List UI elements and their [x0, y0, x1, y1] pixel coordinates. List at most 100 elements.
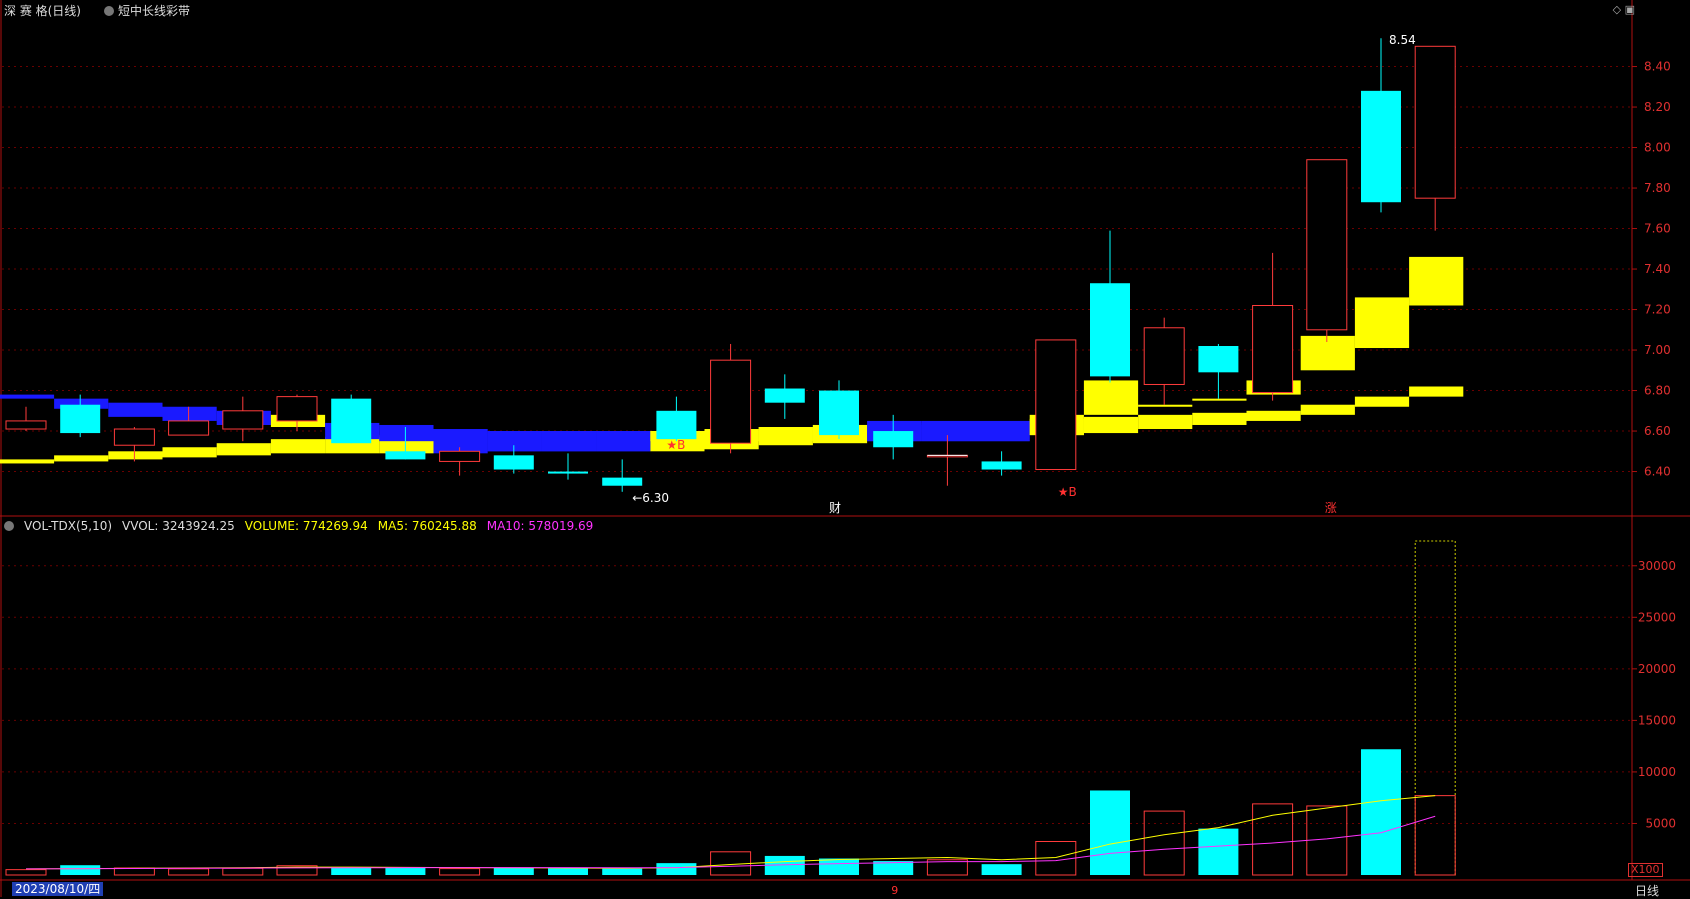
vvol-value: VVOL: 3243924.25	[122, 519, 235, 533]
cursor-date: 2023/08/10/四	[12, 882, 104, 896]
volume-bar	[981, 864, 1022, 875]
indicator-selector[interactable]: 短中长线彩带	[104, 2, 190, 19]
candle-body	[493, 455, 534, 470]
volume-bar	[1414, 795, 1456, 876]
price-tick-label: 8.40	[1644, 60, 1671, 74]
candle-body	[1361, 90, 1401, 203]
volume-tick-label: 30000	[1638, 559, 1676, 573]
band-short-segment	[1300, 404, 1355, 415]
band-short-segment	[216, 443, 271, 456]
volume-indicator-dot-icon[interactable]	[4, 521, 14, 531]
candle-body	[1090, 283, 1130, 377]
band-short-segment	[1246, 410, 1301, 421]
period-tab[interactable]: 日线	[1635, 882, 1659, 899]
candle-body	[168, 420, 210, 436]
volume-bar	[656, 863, 697, 875]
volume-bar	[1361, 749, 1401, 875]
volume-tick-label: 20000	[1638, 662, 1676, 676]
band-mid-segment	[541, 431, 597, 452]
candle-body	[819, 390, 859, 436]
band-mid-segment	[1300, 335, 1355, 371]
price-tick-label: 8.20	[1644, 100, 1671, 114]
kline-chart[interactable]: 8.40 8.20 8.00 7.80 7.60 7.40 7.20 7.00 6.80 6.60…	[0, 0, 1690, 897]
indicator-dot-icon	[104, 6, 114, 16]
high-price-label: 8.54	[1389, 33, 1416, 47]
candle-body	[1143, 327, 1185, 385]
band-mid-segment	[379, 424, 434, 442]
candle-body	[602, 477, 643, 486]
band-mid-segment	[921, 420, 976, 442]
low-price-label: ←6.30	[632, 491, 669, 505]
candle-body	[222, 410, 264, 430]
candle-body	[385, 451, 426, 460]
candle-body	[113, 428, 155, 446]
price-tick-label: 7.40	[1644, 262, 1671, 276]
volume-bar	[1090, 790, 1130, 875]
price-tick-label: 8.00	[1644, 141, 1671, 155]
volume-value: VOLUME: 774269.94	[244, 519, 368, 533]
candle-body	[60, 404, 101, 434]
band-mid-segment	[1192, 398, 1247, 401]
band-mid-segment	[1083, 380, 1139, 415]
buy-signal-label: ★B	[1058, 485, 1077, 499]
volume-tick-label: 5000	[1645, 816, 1676, 830]
band-short-segment	[1192, 412, 1247, 425]
volume-bar	[168, 868, 210, 876]
band-mid-segment	[975, 420, 1030, 442]
candle-body	[276, 396, 318, 422]
volume-bar	[1414, 540, 1456, 876]
candle-body	[764, 388, 805, 403]
volume-bar	[819, 858, 859, 875]
band-short-segment	[1354, 396, 1410, 407]
candle-body	[5, 420, 47, 430]
volume-bar	[385, 867, 426, 875]
band-mid-segment	[108, 402, 163, 417]
price-tick-label: 7.60	[1644, 222, 1671, 236]
volume-bar	[439, 868, 481, 876]
volume-label[interactable]: VOL-TDX(5,10)	[24, 519, 112, 533]
price-tick-label: 6.80	[1644, 384, 1671, 398]
candle-body	[873, 431, 914, 448]
band-short-segment	[54, 455, 109, 462]
window-icon[interactable]: ▣	[1625, 3, 1635, 16]
window-controls[interactable]: ◇ ▣	[1613, 3, 1635, 16]
band-short-segment	[162, 447, 217, 458]
candle-body	[331, 398, 372, 444]
band-mid-segment	[1354, 297, 1410, 349]
volume-bar	[1143, 810, 1185, 876]
candle-body	[981, 461, 1022, 470]
buy-signal-label: ★B	[666, 438, 685, 452]
candle-body	[1035, 339, 1077, 471]
band-mid-segment	[0, 394, 55, 399]
price-tick-label: 7.00	[1644, 343, 1671, 357]
band-mid-segment	[1409, 256, 1464, 306]
volume-bar	[1252, 803, 1294, 876]
volume-bar	[5, 869, 47, 876]
volume-tick-label: 15000	[1638, 713, 1676, 727]
volume-bar	[1198, 828, 1239, 875]
candle-body	[1414, 45, 1456, 199]
volume-bar	[222, 867, 264, 876]
band-mid-segment	[433, 429, 488, 452]
price-tick-label: 7.20	[1644, 303, 1671, 317]
candle-body	[439, 450, 481, 462]
volume-tick-label: 25000	[1638, 610, 1676, 624]
ma10-value: MA10: 578019.69	[486, 519, 594, 533]
volume-header: VOL-TDX(5,10) VVOL: 3243924.25 VOLUME: 774…	[4, 519, 603, 533]
candle-body	[548, 471, 588, 474]
price-tick-label: 7.80	[1644, 181, 1671, 195]
band-mid-segment	[487, 431, 542, 452]
ma5-value: MA5: 760245.88	[377, 519, 477, 533]
unit-badge[interactable]: X100	[1628, 863, 1663, 877]
band-mid-segment	[596, 431, 651, 452]
price-tick-label: 6.40	[1644, 465, 1671, 479]
diamond-icon[interactable]: ◇	[1613, 3, 1621, 16]
event-zhang-label: 涨	[1325, 500, 1337, 515]
band-short-segment	[1138, 414, 1193, 430]
band-short-segment	[1409, 386, 1464, 397]
band-mid-segment	[162, 406, 217, 421]
band-mid-segment	[758, 427, 813, 442]
candle-body	[1198, 346, 1239, 373]
candle-body	[1306, 159, 1348, 331]
stock-title: 深 赛 格(日线)	[4, 4, 81, 18]
